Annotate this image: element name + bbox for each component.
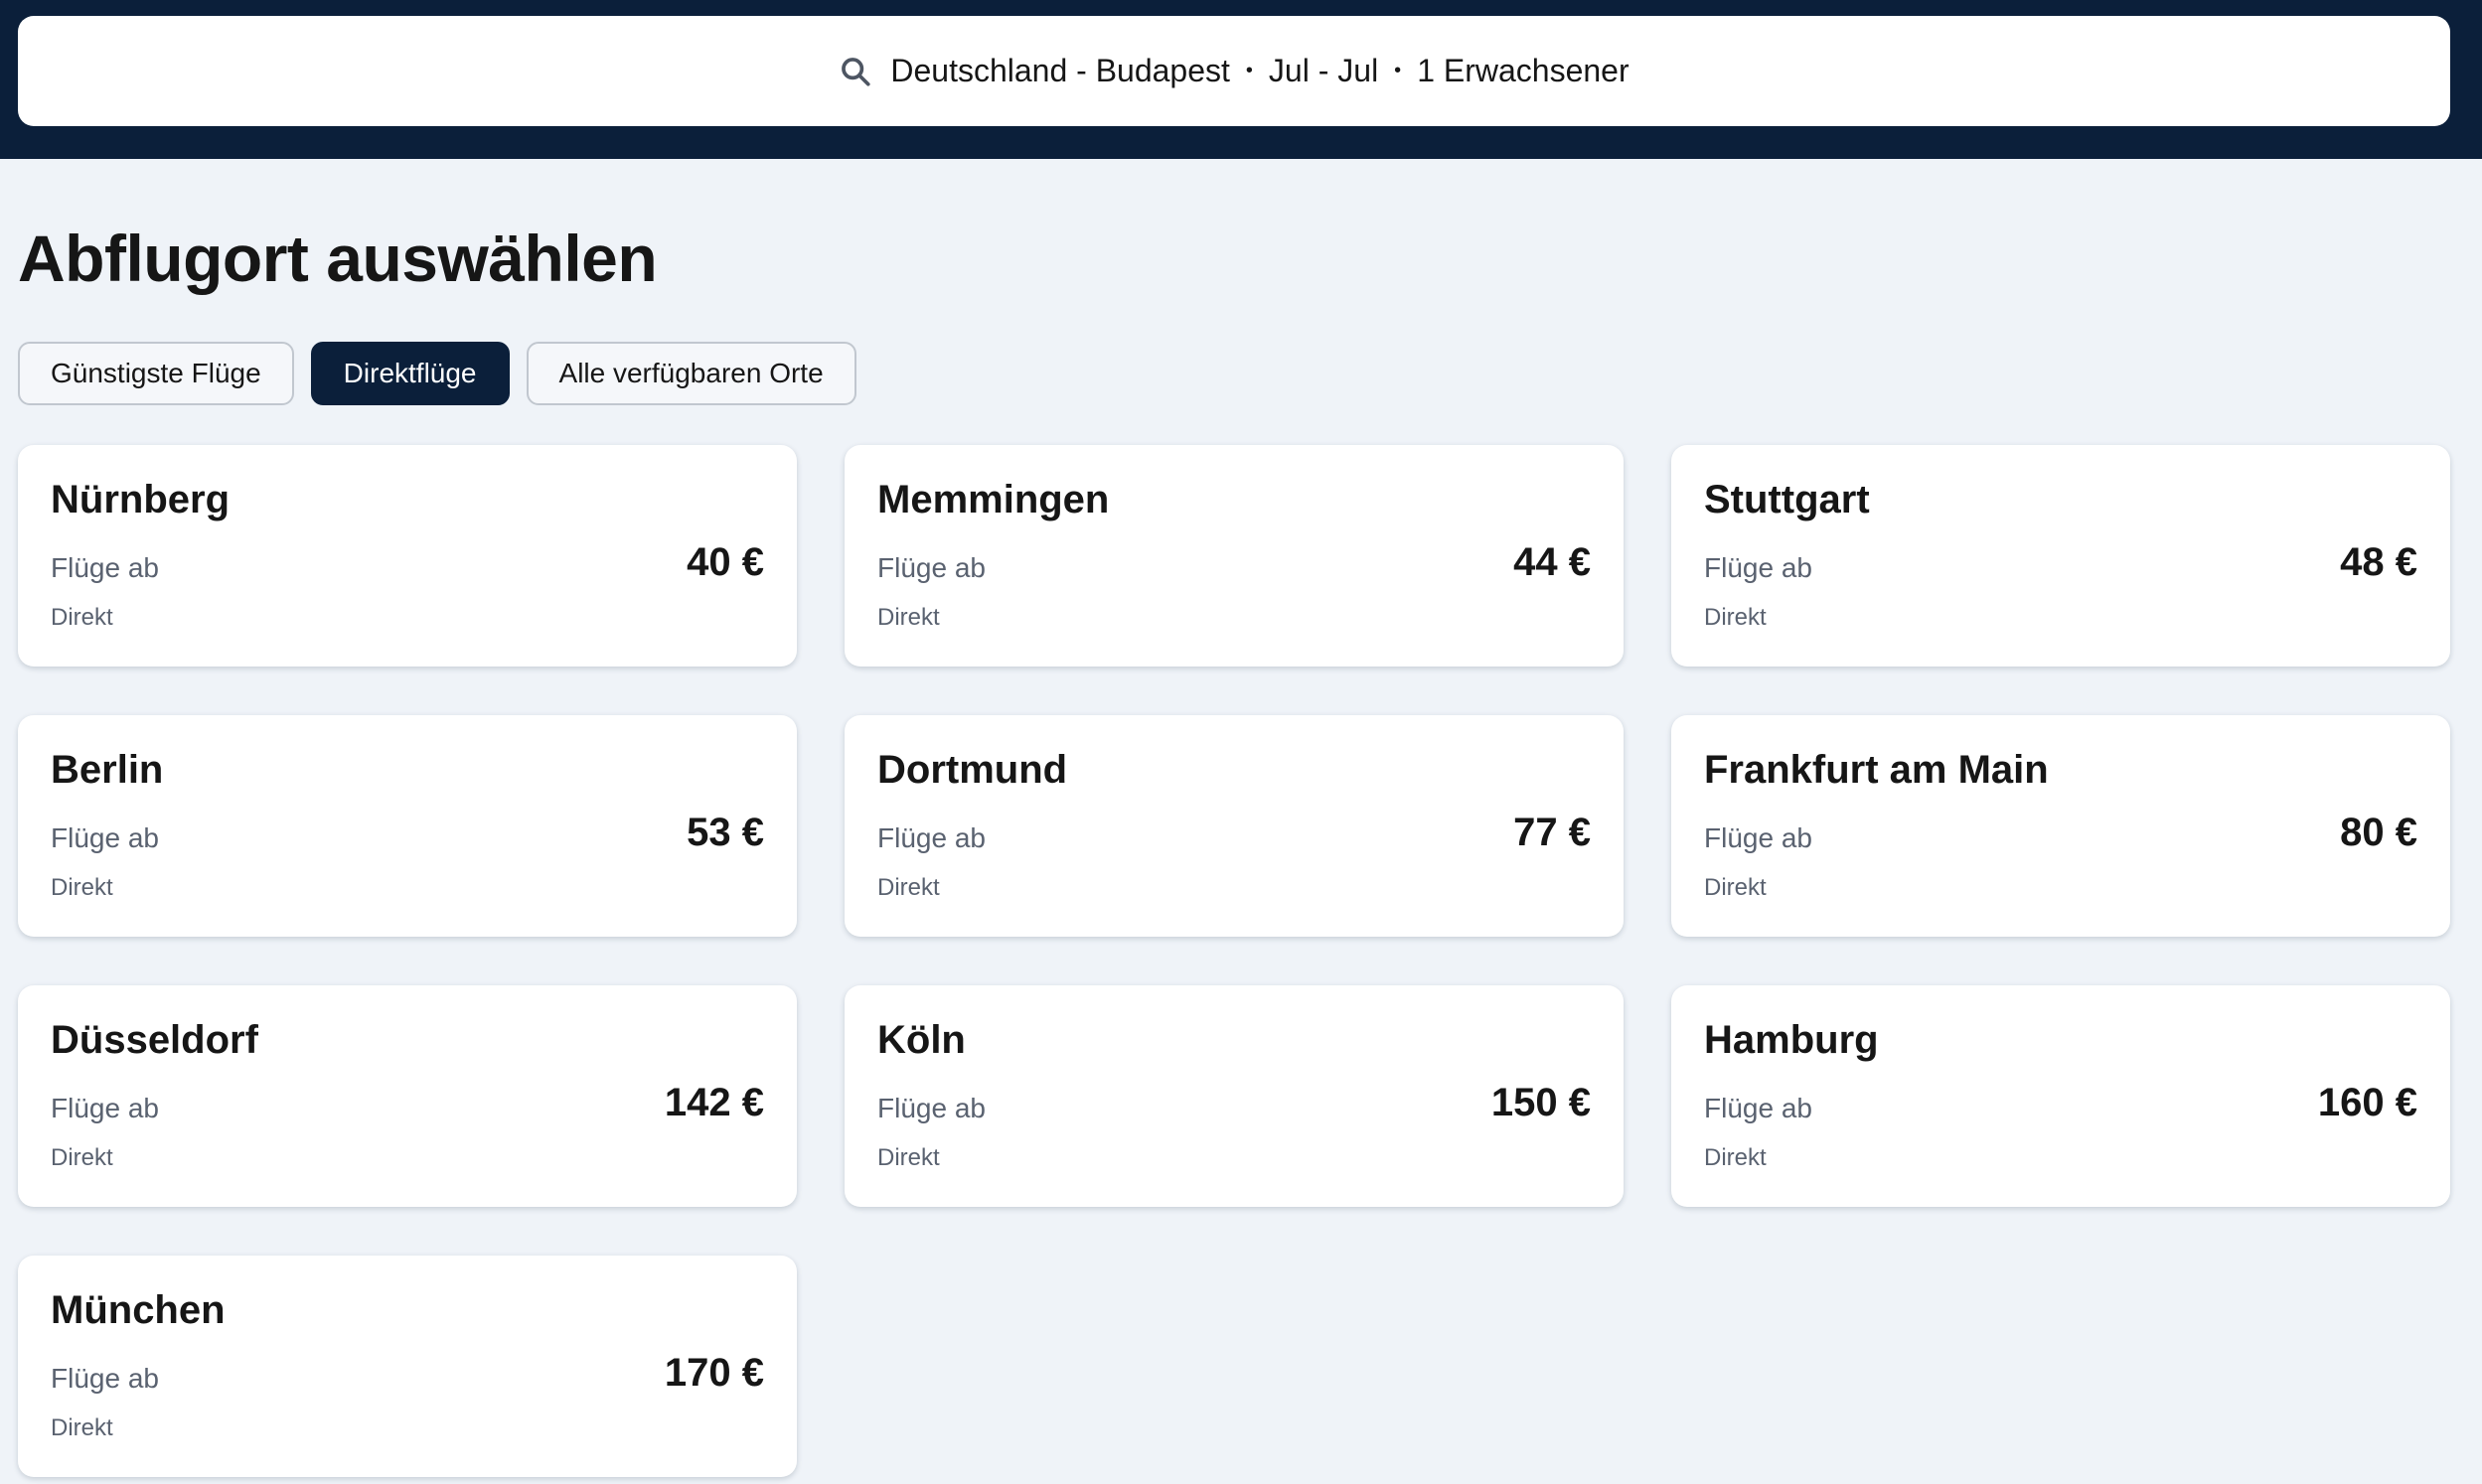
search-dates: Jul - Jul <box>1268 53 1379 88</box>
flights-from-label: Flüge ab <box>51 552 159 583</box>
price: 150 € <box>1490 1081 1591 1124</box>
price: 44 € <box>1513 540 1591 584</box>
price: 48 € <box>2340 540 2417 584</box>
flight-type: Direkt <box>1704 604 1767 631</box>
city-name: Hamburg <box>1704 1018 1879 1062</box>
filter-direct-chip[interactable]: Direktflüge <box>310 342 510 405</box>
flight-type: Direkt <box>877 874 940 901</box>
result-card-berlin[interactable]: Berlin Flüge ab Direkt 53 € <box>18 715 797 937</box>
flight-type: Direkt <box>877 1144 940 1171</box>
flight-type: Direkt <box>51 1144 113 1171</box>
city-name: München <box>51 1288 226 1332</box>
separator: • <box>1394 60 1402 81</box>
city-name: Nürnberg <box>51 478 230 521</box>
result-card-memmingen[interactable]: Memmingen Flüge ab Direkt 44 € <box>845 445 1624 667</box>
city-name: Memmingen <box>877 478 1110 521</box>
price: 40 € <box>687 540 764 584</box>
flights-from-label: Flüge ab <box>877 552 986 583</box>
flight-type: Direkt <box>1704 1144 1767 1171</box>
flight-type: Direkt <box>877 604 940 631</box>
flights-from-label: Flüge ab <box>51 822 159 853</box>
separator: • <box>1245 60 1253 81</box>
result-card-frankfurt[interactable]: Frankfurt am Main Flüge ab Direkt 80 € <box>1671 715 2450 937</box>
search-route: Deutschland - Budapest <box>890 53 1230 88</box>
city-name: Düsseldorf <box>51 1018 258 1062</box>
top-bar: Deutschland - Budapest • Jul - Jul • 1 E… <box>0 0 2482 159</box>
result-card-nuernberg[interactable]: Nürnberg Flüge ab Direkt 40 € <box>18 445 797 667</box>
flights-from-label: Flüge ab <box>877 1093 986 1123</box>
price: 170 € <box>664 1351 764 1395</box>
price: 53 € <box>687 811 764 854</box>
city-name: Berlin <box>51 748 164 792</box>
filter-chips: Günstigste Flüge Direktflüge Alle verfüg… <box>18 342 856 405</box>
flight-type: Direkt <box>51 1414 113 1441</box>
result-card-duesseldorf[interactable]: Düsseldorf Flüge ab Direkt 142 € <box>18 985 797 1207</box>
city-name: Stuttgart <box>1704 478 1870 521</box>
search-summary-button[interactable]: Deutschland - Budapest • Jul - Jul • 1 E… <box>18 16 2450 126</box>
flight-type: Direkt <box>1704 874 1767 901</box>
price: 160 € <box>2317 1081 2417 1124</box>
flights-from-label: Flüge ab <box>877 822 986 853</box>
city-name: Köln <box>877 1018 966 1062</box>
price: 142 € <box>664 1081 764 1124</box>
page-title: Abflugort auswählen <box>18 222 658 295</box>
filter-cheapest-chip[interactable]: Günstigste Flüge <box>18 342 294 405</box>
flight-type: Direkt <box>51 874 113 901</box>
filter-all-locations-chip[interactable]: Alle verfügbaren Orte <box>526 342 856 405</box>
result-card-hamburg[interactable]: Hamburg Flüge ab Direkt 160 € <box>1671 985 2450 1207</box>
flights-from-label: Flüge ab <box>51 1093 159 1123</box>
result-card-koeln[interactable]: Köln Flüge ab Direkt 150 € <box>845 985 1624 1207</box>
price: 77 € <box>1513 811 1591 854</box>
flights-from-label: Flüge ab <box>51 1363 159 1394</box>
search-icon <box>842 57 870 86</box>
flight-type: Direkt <box>51 604 113 631</box>
results-grid: Nürnberg Flüge ab Direkt 40 € Memmingen … <box>18 445 2450 1477</box>
result-card-dortmund[interactable]: Dortmund Flüge ab Direkt 77 € <box>845 715 1624 937</box>
search-travellers: 1 Erwachsener <box>1417 53 1629 88</box>
city-name: Frankfurt am Main <box>1704 748 2049 792</box>
flights-from-label: Flüge ab <box>1704 1093 1812 1123</box>
result-card-stuttgart[interactable]: Stuttgart Flüge ab Direkt 48 € <box>1671 445 2450 667</box>
result-card-muenchen[interactable]: München Flüge ab Direkt 170 € <box>18 1256 797 1477</box>
city-name: Dortmund <box>877 748 1068 792</box>
flights-from-label: Flüge ab <box>1704 822 1812 853</box>
price: 80 € <box>2340 811 2417 854</box>
flights-from-label: Flüge ab <box>1704 552 1812 583</box>
